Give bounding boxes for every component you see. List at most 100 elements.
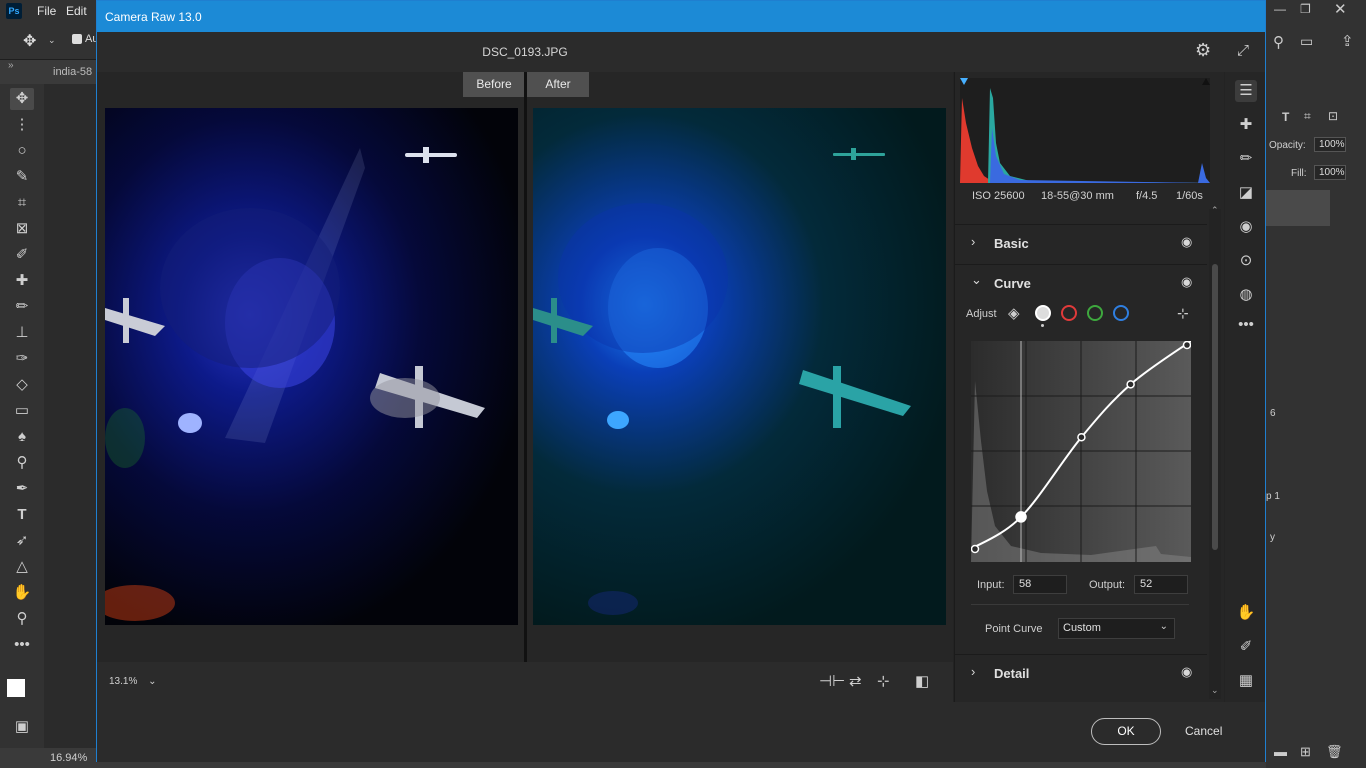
type-tool-icon[interactable]: T [10, 504, 34, 526]
brush-tool-icon[interactable]: ✏ [10, 296, 34, 318]
parametric-curve-icon[interactable]: ◈ [1008, 304, 1020, 322]
after-tab[interactable]: After [527, 72, 589, 97]
shape-filter-icon[interactable]: ⌗ [1304, 109, 1311, 124]
curve-point[interactable] [970, 544, 980, 554]
gradient-tool-icon[interactable]: ▭ [10, 400, 34, 422]
crop-tool-icon[interactable]: ⌗ [10, 192, 34, 214]
quick-mask-icon[interactable]: ▣ [10, 716, 34, 738]
swap-settings-icon[interactable]: ⇄ [849, 672, 862, 690]
history-brush-tool-icon[interactable]: ✑ [10, 348, 34, 370]
healing-tool-icon[interactable]: ✚ [10, 270, 34, 292]
workspace-icon[interactable]: ▭ [1300, 33, 1313, 50]
hand-icon[interactable]: ✋ [1235, 602, 1257, 624]
curve-point[interactable] [1015, 511, 1027, 523]
zoom-level-select[interactable]: 13.1% ⌄ [109, 676, 157, 687]
red-eye-icon[interactable]: ⊙ [1235, 250, 1257, 272]
cancel-button[interactable]: Cancel [1185, 724, 1222, 738]
folder-icon[interactable]: ▬ [1274, 744, 1287, 759]
blue-channel-button[interactable] [1113, 305, 1129, 321]
quick-select-tool-icon[interactable]: ✎ [10, 166, 34, 188]
trash-icon[interactable]: 🗑 [1326, 744, 1343, 760]
shape-tool-icon[interactable]: △ [10, 556, 34, 578]
selected-indicator [1041, 324, 1044, 327]
eyedropper-icon[interactable]: ✐ [1235, 636, 1257, 658]
lasso-tool-icon[interactable]: ○ [10, 140, 34, 162]
eyedropper-tool-icon[interactable]: ✐ [10, 244, 34, 266]
swap-before-after-icon[interactable]: ⊣⊢ [819, 672, 845, 690]
curve-point[interactable] [1182, 340, 1192, 350]
menu-edit[interactable]: Edit [66, 4, 87, 18]
split-divider[interactable] [524, 72, 527, 662]
radial-filter-icon[interactable]: ◉ [1235, 216, 1257, 238]
fill-input[interactable]: 100% [1314, 165, 1346, 180]
blur-tool-icon[interactable]: ♠ [10, 426, 34, 448]
fullscreen-icon[interactable]: ⤢ [1237, 42, 1249, 59]
new-layer-icon[interactable]: ⊞ [1300, 744, 1311, 760]
scrollbar-thumb[interactable] [1212, 264, 1218, 550]
input-field[interactable]: 58 [1013, 575, 1067, 594]
collapse-icon[interactable]: » [8, 60, 14, 71]
document-zoom-status: 16.94% [50, 752, 88, 764]
eye-icon[interactable]: ◉ [1181, 234, 1192, 250]
document-tab[interactable]: india-58 [53, 66, 92, 78]
chevron-down-icon: ⌄ [971, 272, 982, 287]
presets-icon[interactable]: ◍ [1235, 284, 1257, 306]
grid-icon[interactable]: ▦ [1235, 670, 1257, 692]
before-image [95, 108, 518, 625]
scroll-up-icon[interactable]: ⌃ [1211, 205, 1219, 216]
dodge-tool-icon[interactable]: ⚲ [10, 452, 34, 474]
hand-tool-icon[interactable]: ✋ [10, 582, 34, 604]
share-icon[interactable]: ⇪ [1341, 32, 1354, 50]
point-curve-select[interactable]: Custom ⌄ [1058, 618, 1175, 639]
output-field[interactable]: 52 [1134, 575, 1188, 594]
search-icon[interactable]: ⚲ [1273, 33, 1284, 51]
close-icon[interactable]: ✕ [1334, 0, 1347, 18]
chevron-down-icon[interactable]: ⌄ [48, 35, 56, 46]
more-options-icon[interactable]: ••• [1235, 314, 1257, 336]
healing-icon[interactable]: ✚ [1235, 114, 1257, 136]
chevron-down-icon: ⌄ [148, 676, 157, 687]
red-channel-button[interactable] [1061, 305, 1077, 321]
section-curve[interactable]: ⌄ Curve ◉ [955, 264, 1207, 300]
stamp-tool-icon[interactable]: ⊥ [10, 322, 34, 344]
opacity-input[interactable]: 100% [1314, 137, 1346, 152]
type-filter-icon[interactable]: T [1282, 110, 1289, 124]
edit-sliders-icon[interactable]: ☰ [1235, 80, 1257, 102]
eraser-tool-icon[interactable]: ◇ [10, 374, 34, 396]
scroll-down-icon[interactable]: ⌄ [1211, 685, 1219, 696]
section-basic[interactable]: › Basic ◉ [955, 224, 1207, 260]
before-after-view-icon[interactable]: ◧ [915, 672, 929, 690]
copy-settings-icon[interactable]: ⊹ [877, 672, 890, 690]
eye-icon[interactable]: ◉ [1181, 664, 1192, 680]
ok-button[interactable]: OK [1091, 718, 1161, 745]
foreground-color-swatch[interactable] [7, 679, 25, 697]
before-tab[interactable]: Before [463, 72, 525, 97]
restore-icon[interactable]: ❐ [1300, 2, 1311, 16]
selected-layer-row[interactable] [1266, 190, 1330, 226]
curve-point[interactable] [1126, 380, 1135, 389]
menu-file[interactable]: File [37, 4, 56, 18]
section-detail[interactable]: › Detail ◉ [955, 654, 1207, 690]
adjustment-brush-icon[interactable]: ✏ [1235, 148, 1257, 170]
smart-filter-icon[interactable]: ⊡ [1328, 109, 1338, 123]
curve-graph[interactable] [970, 340, 1192, 562]
graduated-filter-icon[interactable]: ◪ [1235, 182, 1257, 204]
green-channel-button[interactable] [1087, 305, 1103, 321]
minimize-icon[interactable]: — [1274, 2, 1286, 16]
zoom-tool-icon[interactable]: ⚲ [10, 608, 34, 630]
curve-svg[interactable] [970, 340, 1192, 562]
eye-icon[interactable]: ◉ [1181, 274, 1192, 290]
frame-tool-icon[interactable]: ⊠ [10, 218, 34, 240]
panel-scrollbar[interactable]: ⌃ ⌄ [1209, 205, 1221, 699]
pen-tool-icon[interactable]: ✒ [10, 478, 34, 500]
curve-point[interactable] [1077, 432, 1086, 442]
gear-icon[interactable]: ⚙ [1195, 40, 1211, 61]
more-tools-icon[interactable]: ••• [10, 634, 34, 656]
move-tool-icon[interactable]: ✥ [23, 31, 36, 51]
targeted-adjust-icon[interactable]: ⊹ [1177, 305, 1189, 322]
path-select-tool-icon[interactable]: ➶ [10, 530, 34, 552]
auto-select-checkbox[interactable] [72, 34, 82, 44]
move-tool-icon[interactable]: ✥ [10, 88, 34, 110]
marquee-tool-icon[interactable]: ⋮ [10, 114, 34, 136]
point-curve-white-channel[interactable] [1035, 305, 1051, 321]
